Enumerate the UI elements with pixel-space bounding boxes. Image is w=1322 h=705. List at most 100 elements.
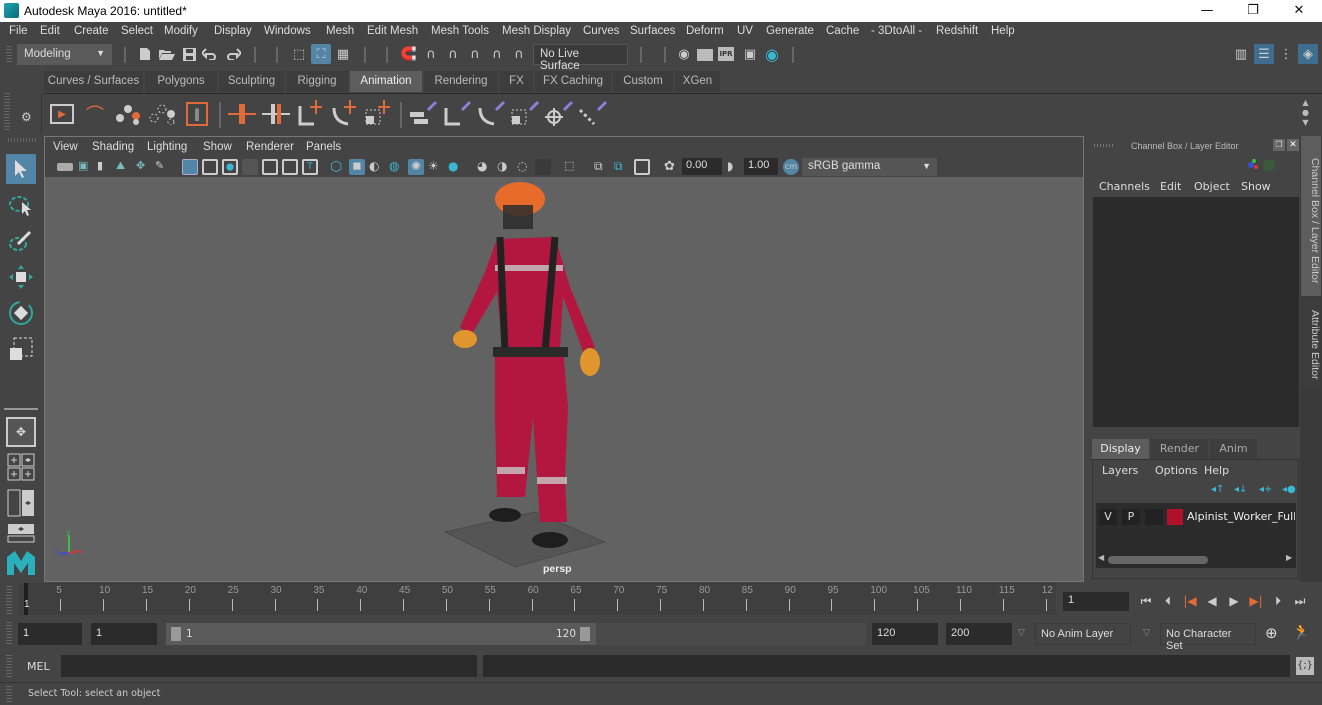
step-back-key-icon[interactable]: |◀ (1181, 592, 1199, 610)
snap-live-icon[interactable]: ∩ (488, 45, 506, 63)
smooth-shade-icon[interactable]: ◼ (349, 159, 365, 175)
shelf-tab-xgen[interactable]: XGen (675, 71, 720, 92)
select-tool-icon[interactable] (6, 154, 36, 184)
maximize-button[interactable]: ❐ (1230, 0, 1276, 22)
ghost-icon[interactable] (148, 103, 178, 125)
menu-select[interactable]: Select (121, 25, 153, 37)
script-editor-icon[interactable]: {;} (1296, 657, 1314, 675)
layer-playback-toggle[interactable]: P (1122, 509, 1140, 525)
safe-title-icon[interactable]: T (302, 159, 318, 175)
status-line-grip[interactable] (6, 46, 12, 64)
scale-tool-icon[interactable] (6, 334, 36, 364)
layer-tab-render[interactable]: Render (1151, 439, 1208, 459)
close-panel-icon[interactable]: ✕ (1287, 139, 1299, 151)
float-panel-icon[interactable]: ❐ (1273, 139, 1285, 151)
two-d-pan-zoom-icon[interactable]: ✥ (136, 159, 152, 175)
change-display-icon[interactable] (1263, 159, 1275, 171)
scroll-right-icon[interactable]: ▶ (1286, 553, 1292, 562)
create-empty-layer-icon[interactable]: ◂+ (1259, 484, 1272, 495)
redo-icon[interactable] (224, 45, 242, 63)
close-button[interactable]: ✕ (1276, 0, 1322, 22)
shelf-settings-icon[interactable]: ⚙ (21, 110, 32, 124)
wireframe-icon[interactable]: ⬡ (330, 159, 346, 175)
menu-file[interactable]: File (9, 25, 28, 37)
isolate-select-icon[interactable] (535, 159, 551, 175)
paint-select-tool-icon[interactable] (6, 226, 36, 256)
start-time-field[interactable]: 1 (18, 623, 82, 645)
snap-grid-icon[interactable]: 🧲 (400, 45, 418, 63)
single-pane-layout-icon[interactable]: ✥ (6, 417, 36, 447)
menuset-dropdown[interactable]: Modeling ▼ (17, 44, 112, 65)
character-set-field[interactable]: No Character Set (1160, 623, 1256, 652)
shelf-tab-fx[interactable]: FX (500, 71, 533, 92)
live-surface-field[interactable]: No Live Surface (533, 44, 628, 72)
step-forward-frame-icon[interactable]: ⏵ (1269, 592, 1287, 610)
grid-toggle-icon[interactable] (182, 159, 198, 175)
step-back-frame-icon[interactable]: ⏴ (1159, 592, 1177, 610)
panel-grip[interactable] (1094, 144, 1114, 147)
select-by-component-icon[interactable]: ▦ (334, 45, 352, 63)
shelf-tab-rigging[interactable]: Rigging (286, 71, 348, 92)
lasso-tool-icon[interactable] (6, 190, 36, 220)
range-start-handle[interactable] (171, 627, 181, 641)
safe-action-icon[interactable] (282, 159, 298, 175)
character-set-chevron-icon[interactable]: ▽ (1143, 628, 1150, 638)
two-pane-horizontal-layout-icon[interactable] (6, 522, 36, 544)
side-tab-attribute-editor[interactable]: Attribute Editor (1301, 298, 1321, 388)
shelf-scroll-control[interactable]: ▲ ● ▼ (1302, 98, 1309, 128)
snap-curve-icon[interactable]: ∩ (422, 45, 440, 63)
help-line-grip[interactable] (6, 686, 12, 702)
select-camera-icon[interactable] (57, 163, 73, 171)
menu-edit-mesh[interactable]: Edit Mesh (367, 25, 418, 37)
anim-layer-chevron-icon[interactable]: ▽ (1018, 628, 1025, 638)
move-layer-up-icon[interactable]: ◂↑ (1211, 484, 1224, 495)
point-constraint-icon[interactable] (442, 100, 472, 128)
scroll-left-icon[interactable]: ◀ (1098, 553, 1104, 562)
scale-constraint-icon[interactable] (510, 100, 540, 128)
open-scene-icon[interactable] (158, 45, 176, 63)
command-line-grip[interactable] (6, 655, 12, 677)
playblast-icon[interactable]: ▶ (50, 104, 74, 124)
side-tab-channel-box[interactable]: Channel Box / Layer Editor (1301, 136, 1321, 296)
layer-color-swatch[interactable] (1167, 509, 1183, 525)
layer-menu-layers[interactable]: Layers (1102, 464, 1138, 477)
gamma-icon[interactable]: ◗ (727, 159, 743, 175)
aim-constraint-icon[interactable] (544, 100, 574, 128)
orient-constraint-icon[interactable] (476, 100, 506, 128)
command-input[interactable] (61, 655, 477, 677)
layer-name[interactable]: Alpinist_Worker_Full_E (1187, 510, 1295, 523)
exposure-field[interactable]: 0.00 (682, 158, 722, 175)
xray-active-components-icon[interactable]: ⧉ (614, 159, 630, 175)
shelf-tab-animation[interactable]: Animation (350, 71, 422, 92)
tangent-icon[interactable]: ⌒ (82, 103, 108, 126)
motion-blur-icon[interactable]: ◕ (477, 159, 493, 175)
two-pane-vertical-layout-icon[interactable] (6, 488, 36, 518)
viewport-menu-shading[interactable]: Shading (92, 141, 134, 153)
camera-display-icon[interactable] (634, 159, 650, 175)
character-model[interactable] (425, 177, 615, 582)
wireframe-on-shaded-icon[interactable]: ◐ (369, 159, 385, 175)
save-scene-icon[interactable] (180, 45, 198, 63)
playback-start-field[interactable]: 1 (91, 623, 157, 645)
viewport-menu-view[interactable]: View (53, 141, 78, 153)
shelf-tab-sculpting[interactable]: Sculpting (219, 71, 284, 92)
channel-menu-show[interactable]: Show (1241, 180, 1271, 193)
gate-mask-icon[interactable] (242, 159, 258, 175)
layer-display-type-toggle[interactable] (1145, 509, 1163, 525)
range-grip[interactable] (6, 622, 12, 646)
shelf-tab-polygons[interactable]: Polygons (145, 71, 217, 92)
playback-end-field[interactable]: 120 (872, 623, 938, 645)
menu-mesh[interactable]: Mesh (326, 25, 354, 37)
modeling-toolkit-icon[interactable]: ▥ (1232, 45, 1250, 63)
bookmark-icon[interactable]: ▮ (97, 159, 113, 175)
key-scale-icon[interactable] (364, 100, 392, 128)
channel-menu-channels[interactable]: Channels (1099, 180, 1150, 193)
color-management-toggle-icon[interactable]: cm (783, 159, 799, 175)
menu-redshift[interactable]: Redshift (936, 25, 978, 37)
hypershade-icon[interactable]: ◉ (763, 45, 781, 64)
step-forward-key-icon[interactable]: ▶| (1247, 592, 1265, 610)
four-pane-layout-icon[interactable] (6, 452, 36, 482)
undo-icon[interactable] (201, 45, 219, 63)
use-all-lights-icon[interactable]: ✺ (408, 159, 424, 175)
scrollbar-thumb[interactable] (1108, 556, 1208, 564)
